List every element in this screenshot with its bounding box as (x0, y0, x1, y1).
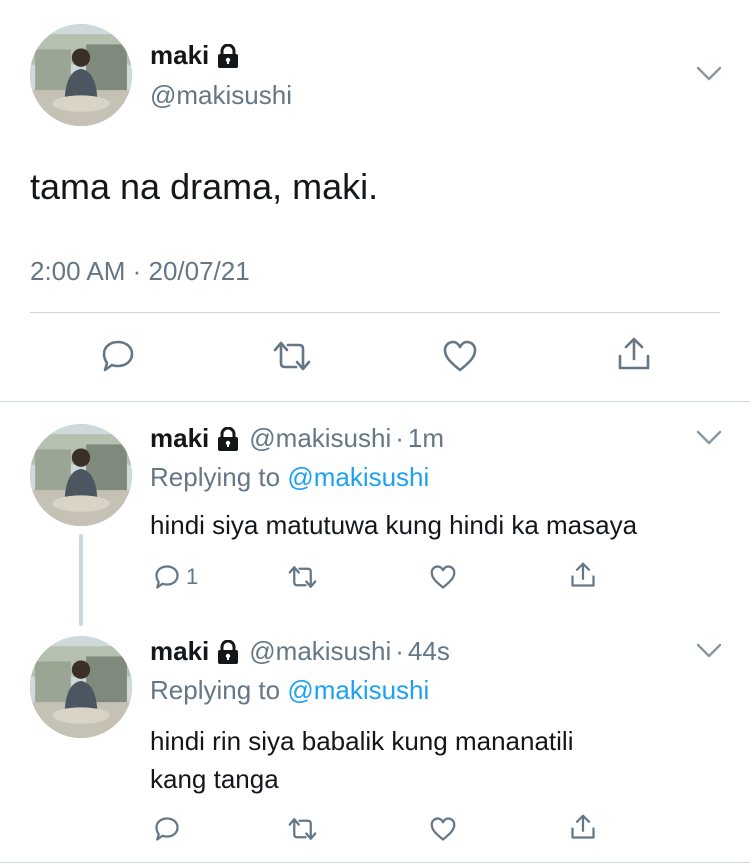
display-name[interactable]: maki (150, 636, 209, 667)
display-name[interactable]: maki (150, 423, 209, 454)
share-button[interactable] (614, 334, 654, 374)
replying-to-link[interactable]: @makisushi (287, 462, 429, 492)
tweet-text: hindi rin siya babalik kung mananatili k… (150, 722, 573, 798)
display-name[interactable]: maki (150, 40, 209, 71)
share-icon (571, 562, 595, 587)
divider (30, 312, 720, 313)
like-button[interactable] (428, 562, 458, 592)
reply-button[interactable] (152, 814, 182, 844)
share-icon (618, 337, 650, 370)
avatar-photo (30, 636, 132, 738)
handle[interactable]: @makisushi (249, 636, 391, 667)
heart-icon (443, 340, 477, 372)
author-row: maki @makisushi · 44s (150, 636, 450, 667)
tweet-text: tama na drama, maki. (30, 166, 379, 207)
separator: · (395, 636, 404, 666)
tweet-age[interactable]: 1m (408, 423, 444, 454)
reply-button[interactable]: 1 (152, 562, 198, 592)
avatar-photo (30, 24, 132, 126)
handle[interactable]: @makisushi (249, 423, 391, 454)
lock-icon (217, 43, 239, 68)
divider (0, 862, 750, 863)
timestamp[interactable]: 2:00 AM · 20/07/21 (30, 256, 250, 287)
avatar[interactable] (30, 24, 132, 126)
tweet-age[interactable]: 44s (408, 636, 450, 667)
author-row: maki (150, 40, 239, 71)
lock-icon (217, 426, 239, 451)
tweet-text-line: hindi rin siya babalik kung mananatili (150, 726, 574, 756)
divider (0, 401, 750, 402)
author-row: maki @makisushi · 1m (150, 423, 444, 454)
like-button[interactable] (428, 814, 458, 844)
replying-to: Replying to @makisushi (150, 462, 429, 493)
replying-to: Replying to @makisushi (150, 675, 429, 706)
lock-icon (217, 639, 239, 664)
avatar[interactable] (30, 424, 132, 526)
retweet-icon (288, 566, 317, 588)
retweet-icon (273, 341, 311, 371)
share-icon (571, 814, 595, 839)
heart-icon (430, 817, 456, 841)
reply-icon (155, 817, 179, 841)
share-button[interactable] (568, 560, 598, 590)
share-button[interactable] (568, 812, 598, 842)
separator: · (395, 423, 404, 453)
thread-line (79, 534, 83, 626)
like-button[interactable] (440, 336, 480, 376)
heart-icon (430, 565, 456, 589)
retweet-button[interactable] (286, 562, 319, 592)
replying-to-link[interactable]: @makisushi (287, 675, 429, 705)
chevron-down-icon[interactable] (696, 430, 722, 446)
retweet-icon (288, 818, 317, 840)
replying-to-label: Replying to (150, 462, 281, 492)
reply-button[interactable] (98, 336, 138, 376)
retweet-button[interactable] (270, 336, 314, 376)
reply-icon (155, 565, 179, 589)
reply-icon (102, 340, 134, 372)
chevron-down-icon[interactable] (696, 643, 722, 659)
replying-to-label: Replying to (150, 675, 281, 705)
avatar[interactable] (30, 636, 132, 738)
avatar-photo (30, 424, 132, 526)
handle[interactable]: @makisushi (150, 80, 292, 111)
chevron-down-icon[interactable] (696, 66, 722, 82)
reply-count: 1 (186, 564, 199, 589)
tweet-text: hindi siya matutuwa kung hindi ka masaya (150, 510, 638, 540)
tweet-text-line: kang tanga (150, 764, 279, 794)
retweet-button[interactable] (286, 814, 319, 844)
